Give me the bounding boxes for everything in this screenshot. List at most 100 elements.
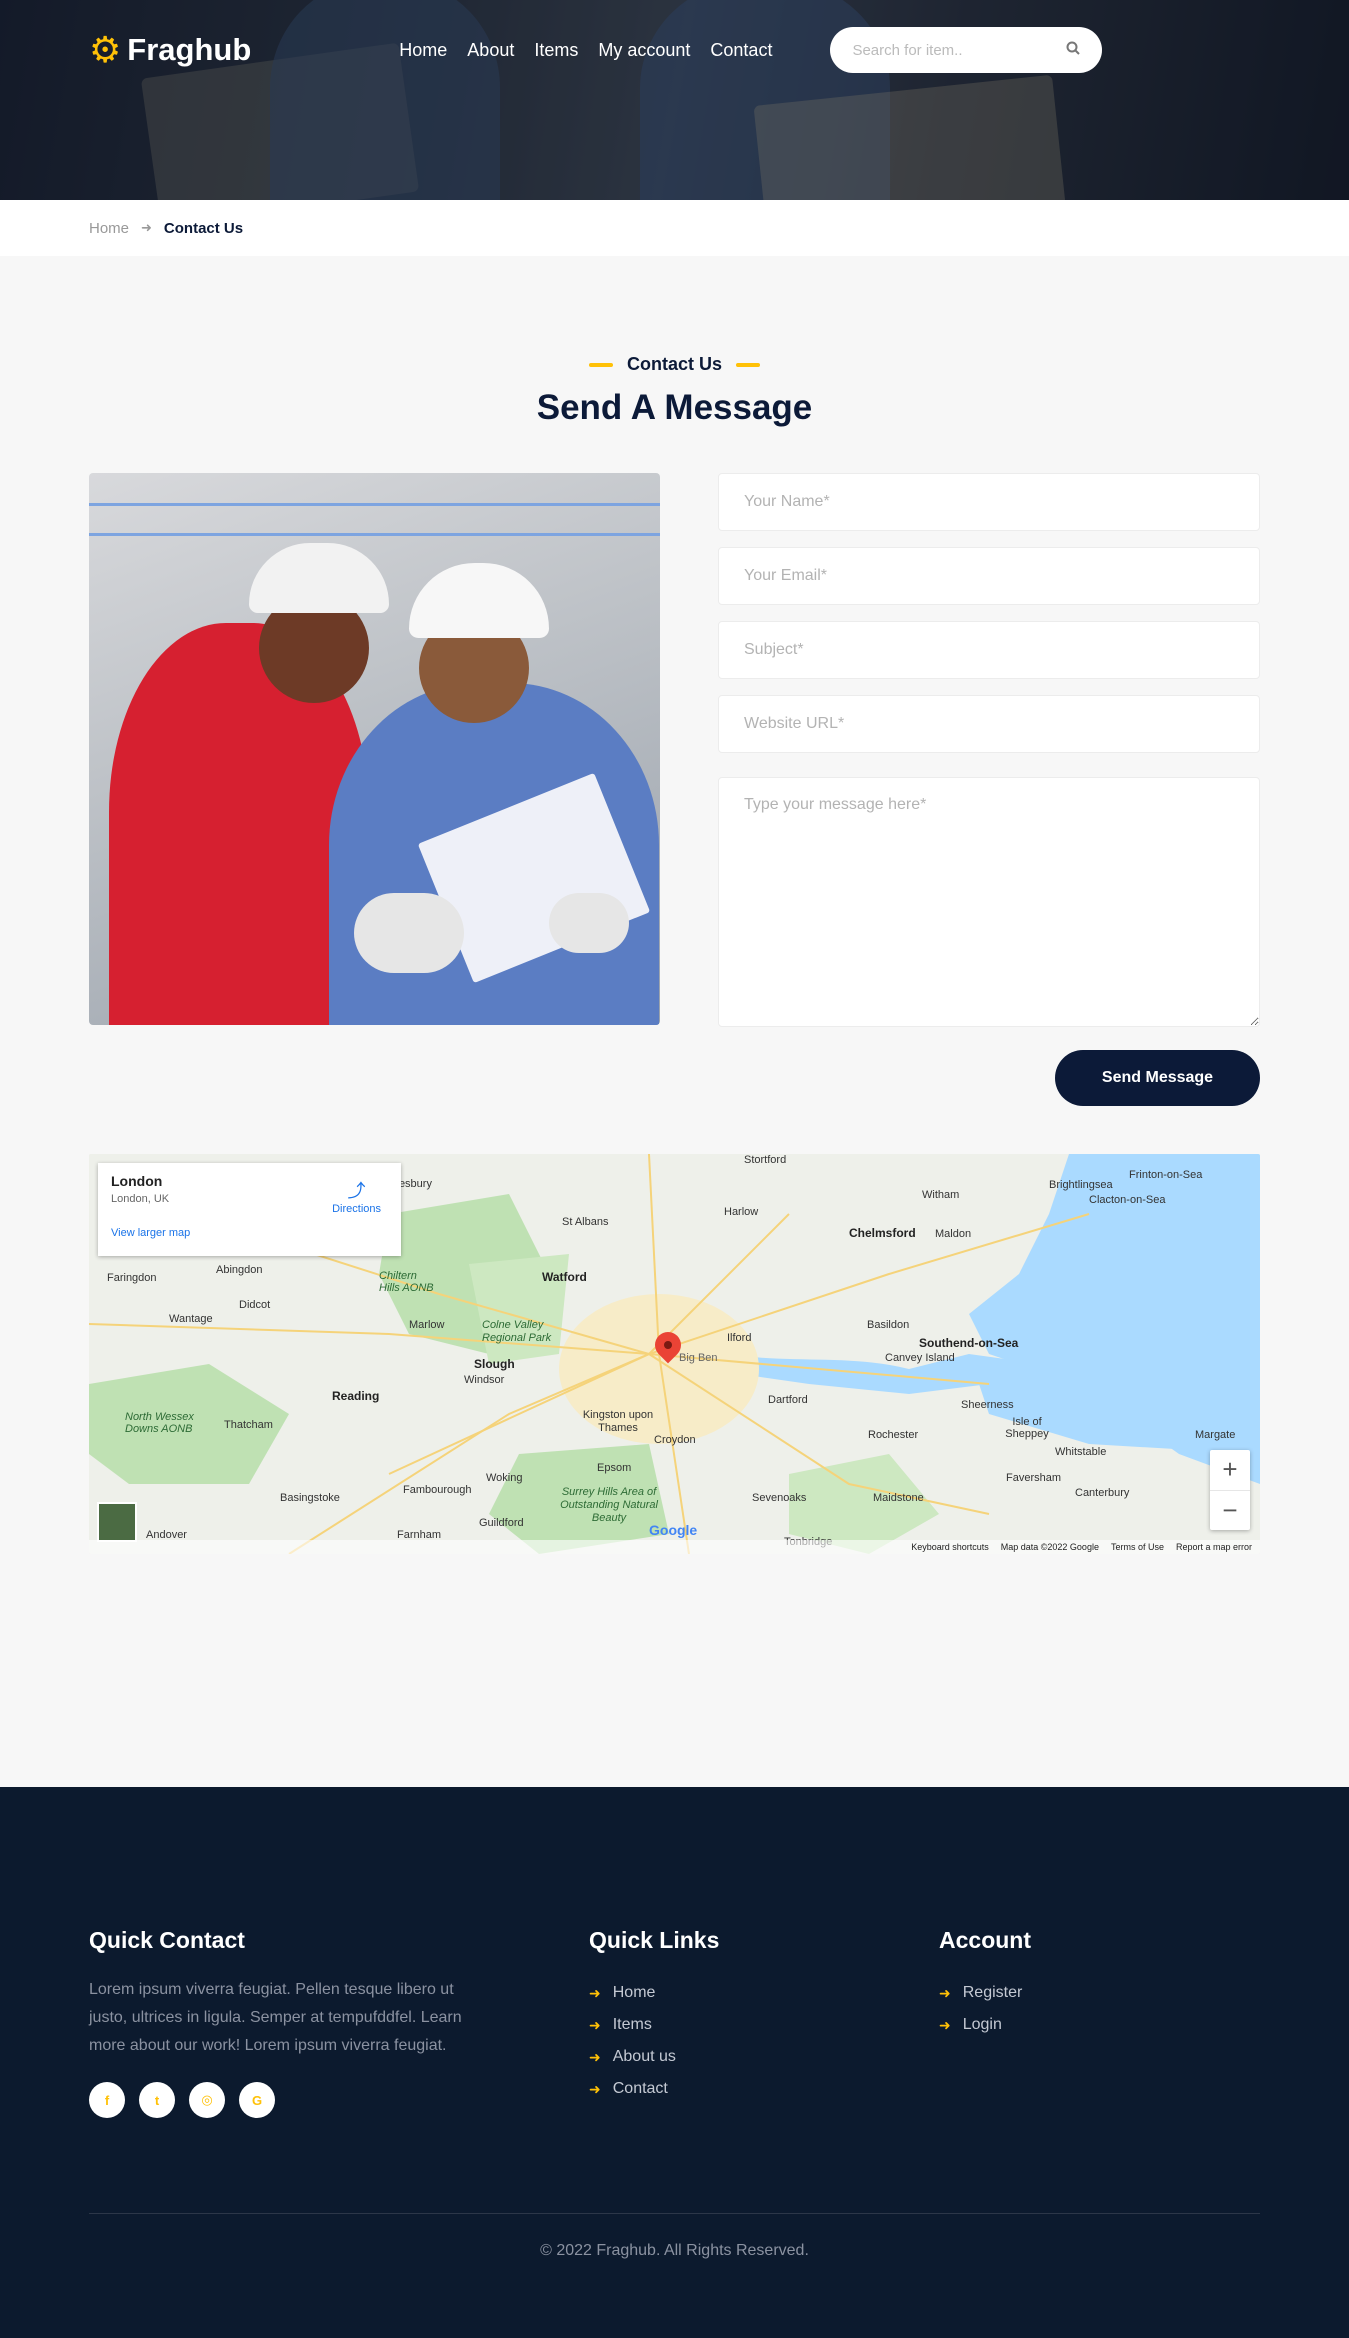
message-field[interactable]	[718, 777, 1260, 1027]
logo[interactable]: ⚙ Fraghub	[89, 32, 251, 68]
send-message-button[interactable]: Send Message	[1055, 1050, 1260, 1106]
footer-link-register[interactable]: ➜ Register	[939, 1984, 1031, 2002]
footer-divider	[89, 2213, 1260, 2214]
breadcrumb: Home ➜ Contact Us	[0, 200, 1349, 256]
map-label: Basildon	[867, 1319, 910, 1331]
map-label: Thatcham	[224, 1419, 273, 1431]
contact-section: Contact Us Send A Message Send Message	[0, 256, 1349, 1787]
map-label: Whitstable	[1055, 1446, 1107, 1458]
zoom-control: + −	[1210, 1450, 1250, 1530]
footer-link-label: Login	[962, 2016, 1002, 2033]
map-label: Witham	[922, 1189, 960, 1201]
hero-header: ⚙ Fraghub Home About Items My account Co…	[0, 0, 1349, 200]
account-column: Account ➜ Register ➜ Login	[939, 1927, 1031, 2118]
footer-link-contact[interactable]: ➜ Contact	[589, 2080, 939, 2098]
map-label: Canterbury	[1075, 1487, 1130, 1499]
satellite-toggle[interactable]	[97, 1502, 137, 1542]
section-label: Contact Us	[0, 354, 1349, 375]
zoom-in-button[interactable]: +	[1210, 1450, 1250, 1490]
section-label-text: Contact Us	[626, 354, 722, 374]
main-nav: ⚙ Fraghub Home About Items My account Co…	[0, 0, 1349, 100]
copyright: © 2022 Fraghub. All Rights Reserved.	[540, 2242, 809, 2259]
map-label: Slough	[474, 1357, 515, 1371]
quick-contact-title: Quick Contact	[89, 1927, 245, 1953]
search-icon[interactable]	[1066, 41, 1081, 59]
email-field[interactable]	[718, 547, 1260, 605]
subject-field[interactable]	[718, 621, 1260, 679]
map-label: Brightlingsea	[1049, 1179, 1113, 1191]
nav-item-my-account[interactable]: My account	[598, 40, 690, 61]
zoom-out-button[interactable]: −	[1210, 1489, 1250, 1531]
nav-item-about[interactable]: About	[467, 40, 514, 61]
arrow-right-icon: ➜	[939, 2016, 951, 2033]
map-label: Faringdon	[107, 1272, 157, 1284]
directions-button[interactable]: ⤴ Directions	[332, 1177, 381, 1215]
google-map[interactable]: Stortford Harlow Witham Brightlingsea Fr…	[89, 1154, 1260, 1554]
map-label: Maidstone	[873, 1492, 924, 1504]
map-label: Margate	[1195, 1429, 1236, 1441]
map-label: Stortford	[744, 1154, 787, 1166]
footer-link-label: Home	[612, 1984, 656, 2001]
social-links: f t ◎ G	[89, 2082, 589, 2118]
map-label: Abingdon	[216, 1264, 263, 1276]
map-attribution: Keyboard shortcuts Map data ©2022 Google…	[89, 1540, 1260, 1554]
nav-item-contact[interactable]: Contact	[710, 40, 772, 61]
keyboard-shortcuts-link[interactable]: Keyboard shortcuts	[911, 1542, 989, 1552]
section-title: Send A Message	[536, 388, 813, 427]
website-field[interactable]	[718, 695, 1260, 753]
terms-link[interactable]: Terms of Use	[1111, 1542, 1164, 1552]
map-label: Chiltern Hills AONB	[379, 1270, 434, 1294]
quick-links-title: Quick Links	[589, 1927, 720, 1953]
map-label: Fambourough	[403, 1484, 472, 1496]
view-larger-map-link[interactable]: View larger map	[111, 1227, 388, 1239]
nav-menu: Home About Items My account Contact	[399, 40, 772, 61]
arrow-right-icon: ➜	[589, 2080, 601, 2097]
map-label: Basingstoke	[280, 1492, 340, 1504]
map-label: Marlow	[409, 1319, 445, 1331]
map-label: Surrey Hills Area of Outstanding Natural…	[560, 1486, 658, 1524]
nav-item-items[interactable]: Items	[534, 40, 578, 61]
footer-link-label: About us	[612, 2048, 676, 2065]
quick-contact-column: Quick Contact Lorem ipsum viverra feugia…	[89, 1927, 589, 2118]
arrow-right-icon: ➜	[589, 1984, 601, 2001]
map-label: North Wessex Downs AONB	[125, 1411, 194, 1435]
breadcrumb-home[interactable]: Home	[89, 220, 129, 237]
account-title: Account	[939, 1927, 1031, 1953]
map-pin-label: Big Ben	[679, 1352, 718, 1364]
map-label: Maldon	[935, 1228, 972, 1240]
map-label: Isle of Sheppey	[1005, 1416, 1049, 1440]
map-label: Sheerness	[961, 1399, 1014, 1411]
dribbble-icon[interactable]: ◎	[189, 2082, 225, 2118]
report-error-link[interactable]: Report a map error	[1176, 1542, 1252, 1552]
footer-link-items[interactable]: ➜ Items	[589, 2016, 939, 2034]
map-label: Didcot	[239, 1299, 271, 1311]
footer-link-login[interactable]: ➜ Login	[939, 2016, 1031, 2034]
map-label: Watford	[542, 1270, 587, 1284]
quick-links-column: Quick Links ➜ Home ➜ Items ➜ About us ➜ Cont…	[589, 1927, 939, 2118]
twitter-icon[interactable]: t	[139, 2082, 175, 2118]
nav-item-home[interactable]: Home	[399, 40, 447, 61]
map-label: Ilford	[727, 1332, 752, 1344]
google-icon[interactable]: G	[239, 2082, 275, 2118]
logo-text: Fraghub	[127, 32, 252, 67]
contact-form	[718, 473, 1260, 1027]
map-label: Windsor	[464, 1374, 505, 1386]
name-field[interactable]	[718, 473, 1260, 531]
facebook-icon[interactable]: f	[89, 2082, 125, 2118]
footer-link-about[interactable]: ➜ About us	[589, 2048, 939, 2066]
map-label: Colne Valley Regional Park	[482, 1319, 552, 1344]
quick-contact-text: Lorem ipsum viverra feugiat. Pellen tesq…	[89, 1981, 462, 2054]
decorative-dash	[588, 362, 613, 367]
map-label: Clacton-on-Sea	[1089, 1194, 1166, 1206]
footer-link-label: Contact	[612, 2080, 668, 2097]
footer-link-home[interactable]: ➜ Home	[589, 1984, 939, 2002]
directions-label: Directions	[332, 1203, 381, 1215]
decorative-dash	[736, 362, 760, 367]
search-box	[830, 27, 1103, 73]
search-input[interactable]	[852, 41, 1067, 59]
arrow-right-icon: ➜	[141, 220, 152, 235]
map-label: Faversham	[1006, 1472, 1062, 1484]
footer-link-label: Items	[612, 2016, 652, 2033]
google-logo: Google	[649, 1522, 698, 1538]
map-label: Harlow	[724, 1206, 759, 1218]
